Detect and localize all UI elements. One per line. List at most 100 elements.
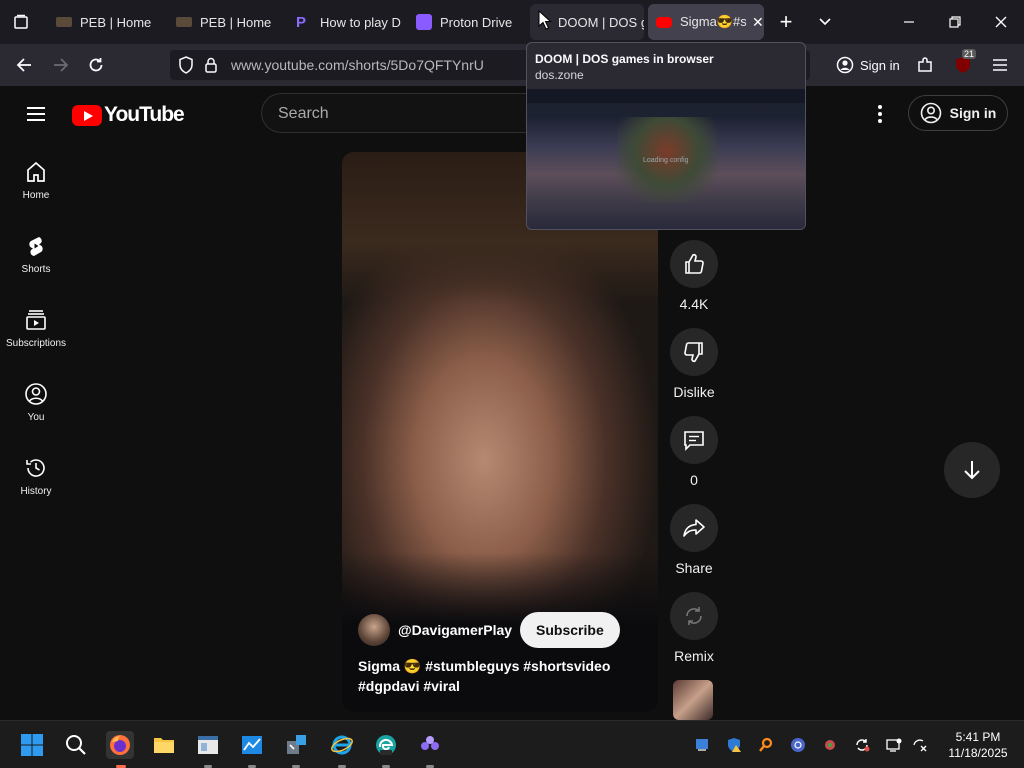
nav-label: History <box>20 486 52 497</box>
list-all-tabs-button[interactable] <box>810 8 840 36</box>
arrow-down-icon <box>964 461 980 480</box>
extensions-button[interactable] <box>912 52 938 78</box>
tab-title: How to play D <box>320 14 401 30</box>
dislike-button[interactable] <box>670 328 718 376</box>
new-tab-button[interactable]: + <box>771 8 801 36</box>
app-window-icon <box>198 736 218 754</box>
you-icon <box>25 383 47 405</box>
arrow-left-icon <box>16 58 31 72</box>
tab-close-icon[interactable]: ✕ <box>752 14 764 31</box>
tab-overview-icon <box>14 14 28 29</box>
hamburger-icon <box>993 59 1007 71</box>
network-disconnected-icon[interactable] <box>910 735 930 755</box>
youtube-logo[interactable]: YouTube <box>72 103 185 127</box>
tab-peb-home-1[interactable]: PEB | Home <box>52 4 168 40</box>
search-placeholder: Search <box>278 105 329 122</box>
tray-search-tool-icon[interactable] <box>756 735 776 755</box>
youtube-header: YouTube Search Sign in <box>0 86 1024 142</box>
remix-button[interactable] <box>670 592 718 640</box>
tray-app-icon[interactable] <box>692 735 712 755</box>
tab-proton-drive[interactable]: Proton Drive <box>412 4 524 40</box>
settings-more-button[interactable] <box>868 102 892 131</box>
search-box[interactable]: Search <box>261 93 561 133</box>
taskbar-search-button[interactable] <box>62 731 90 759</box>
nav-you[interactable]: You <box>0 382 72 423</box>
taskbar-clock[interactable]: 5:41 PM 11/18/2025 <box>940 729 1016 761</box>
taskbar-tools-app[interactable] <box>282 731 310 759</box>
youtube-play-icon <box>72 104 102 126</box>
guide-menu-button[interactable] <box>24 102 48 131</box>
taskbar-edge-beta[interactable] <box>372 731 400 759</box>
channel-name[interactable]: @DavigamerPlay <box>398 622 512 638</box>
tab-overview-button[interactable] <box>6 8 36 36</box>
share-icon <box>683 519 705 537</box>
minimize-button[interactable] <box>894 8 924 36</box>
tray-sync-icon[interactable] <box>852 735 872 755</box>
tools-icon <box>287 735 306 754</box>
nav-subscriptions[interactable]: Subscriptions <box>0 308 72 349</box>
tab-title: PEB | Home <box>80 14 152 30</box>
youtube-favicon-icon <box>656 16 672 28</box>
remix-action: Remix <box>668 592 720 664</box>
tab-how-to-play[interactable]: P How to play D <box>292 4 406 40</box>
start-button[interactable] <box>18 731 46 759</box>
forward-button[interactable] <box>48 52 74 78</box>
taskbar-weather-app[interactable] <box>238 731 266 759</box>
like-button[interactable] <box>670 240 718 288</box>
defender-warning-icon[interactable] <box>724 735 744 755</box>
audio-thumbnail[interactable] <box>673 680 713 720</box>
tab-peb-home-2[interactable]: PEB | Home <box>172 4 288 40</box>
maximize-button[interactable] <box>940 8 970 36</box>
taskbar-firefox[interactable] <box>106 731 134 759</box>
youtube-signin-button[interactable]: Sign in <box>908 95 1008 131</box>
tray-gear-app-icon[interactable] <box>820 735 840 755</box>
taskbar-app-window[interactable] <box>194 731 222 759</box>
tab-hover-preview: DOOM | DOS games in browser dos.zone Loa… <box>526 42 806 230</box>
lock-icon[interactable] <box>204 56 218 79</box>
share-button[interactable] <box>670 504 718 552</box>
share-action: Share <box>668 504 720 576</box>
minimize-icon <box>904 21 914 23</box>
subscribe-button[interactable]: Subscribe <box>520 612 620 648</box>
taskbar-internet-explorer[interactable] <box>328 731 356 759</box>
video-caption[interactable]: Sigma 😎 #stumbleguys #shortsvideo #dgpda… <box>358 656 648 696</box>
comment-icon <box>684 431 704 451</box>
nav-label: Home <box>22 190 50 201</box>
url-text[interactable]: www.youtube.com/shorts/5Do7QFTYnrU <box>231 57 484 73</box>
extension-badge: 21 <box>962 49 977 59</box>
ublock-extension-button[interactable]: 21 <box>950 49 977 78</box>
next-short-button[interactable] <box>944 442 1000 498</box>
dislike-action: Dislike <box>668 328 720 400</box>
taskbar-purple-app[interactable] <box>416 731 444 759</box>
browser-account-signin[interactable]: Sign in <box>828 51 908 79</box>
tray-network-app-icon[interactable] <box>788 735 808 755</box>
remix-icon <box>686 607 702 625</box>
shorts-icon <box>29 237 43 256</box>
caption-line: Sigma 😎 #stumbleguys #shortsvideo <box>358 658 611 674</box>
app-menu-button[interactable] <box>987 52 1013 78</box>
nav-shorts[interactable]: Shorts <box>0 234 72 275</box>
preview-loading-text: Loading config <box>643 157 689 164</box>
hamburger-icon <box>27 107 45 121</box>
close-window-button[interactable] <box>986 8 1016 36</box>
like-action: 4.4K <box>668 240 720 312</box>
history-icon <box>26 459 45 477</box>
clock-date: 11/18/2025 <box>948 746 1008 760</box>
channel-avatar[interactable] <box>358 614 390 646</box>
tab-sigma-active[interactable]: Sigma😎#s ✕ <box>648 4 764 40</box>
peb-favicon-icon <box>176 17 192 27</box>
reload-button[interactable] <box>83 52 109 78</box>
reload-icon <box>89 58 103 72</box>
comments-button[interactable] <box>670 416 718 464</box>
back-button[interactable] <box>11 52 37 78</box>
nav-label: You <box>27 412 45 423</box>
browser-nav-bar: www.youtube.com/shorts/5Do7QFTYnrU Sign … <box>0 44 1024 86</box>
tracking-protection-icon[interactable] <box>178 56 194 79</box>
remix-label: Remix <box>674 648 714 664</box>
tray-display-icon[interactable] <box>884 735 904 755</box>
nav-home[interactable]: Home <box>0 160 72 201</box>
nav-history[interactable]: History <box>0 456 72 497</box>
purple-app-icon <box>421 736 439 750</box>
folder-icon <box>154 738 174 753</box>
taskbar-file-explorer[interactable] <box>150 731 178 759</box>
